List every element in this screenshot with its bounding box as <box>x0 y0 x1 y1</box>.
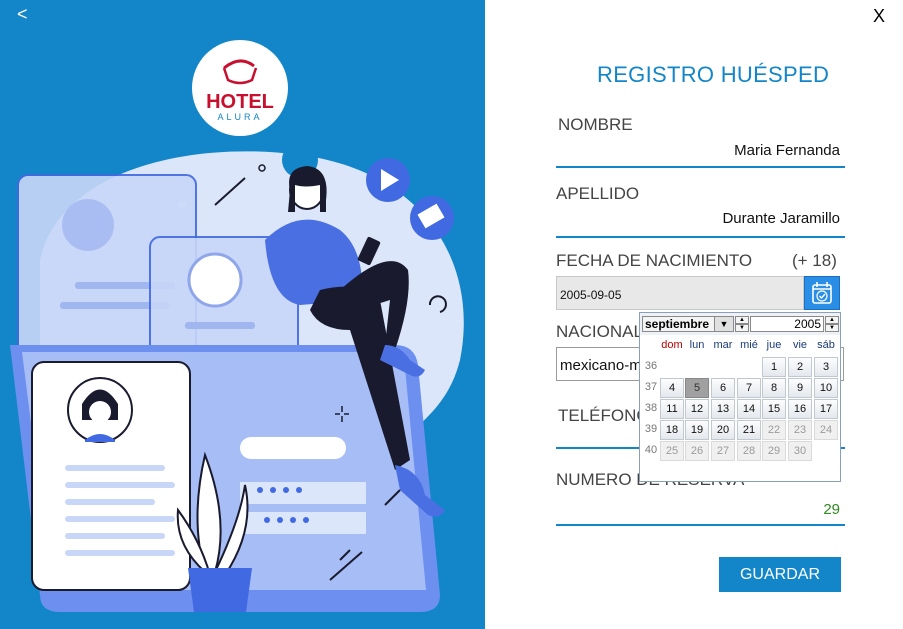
calendar-day[interactable]: 13 <box>711 399 735 419</box>
calendar-day[interactable]: 20 <box>711 420 735 440</box>
calendar-day[interactable]: 6 <box>711 378 735 398</box>
year-field[interactable]: 2005 <box>750 316 824 332</box>
calendar-day[interactable]: 10 <box>814 378 838 398</box>
month-down-icon[interactable]: ▼ <box>735 324 749 332</box>
apellido-label: APELLIDO <box>556 184 640 203</box>
weekday-header: sáb <box>817 339 835 351</box>
fecha-note: (+ 18) <box>792 251 837 270</box>
guardar-button[interactable]: GUARDAR <box>719 557 841 592</box>
fecha-label: FECHA DE NACIMIENTO <box>556 251 753 270</box>
reserva-field: 29 <box>823 501 840 518</box>
calendar-day[interactable]: 5 <box>685 378 709 398</box>
logo-text-alura: ALURA <box>217 112 262 122</box>
calendar-button[interactable] <box>804 276 840 310</box>
calendar-day[interactable]: 17 <box>814 399 838 419</box>
calendar-day[interactable]: 23 <box>788 420 812 440</box>
date-picker-popup: septiembre ▼ ▲ ▼ 2005 ▲ ▼ dom lun mar mié ju… <box>639 312 841 482</box>
week-number: 39 <box>644 423 658 435</box>
nombre-underline <box>556 166 845 168</box>
calendar-day[interactable]: 18 <box>660 420 684 440</box>
weekday-header: dom <box>661 339 683 351</box>
year-down-icon[interactable]: ▼ <box>825 324 839 332</box>
calendar-day[interactable]: 7 <box>737 378 761 398</box>
calendar-day[interactable]: 4 <box>660 378 684 398</box>
calendar-day[interactable]: 28 <box>737 441 761 461</box>
illustration-panel: HOTEL ALURA < <box>0 0 485 629</box>
calendar-day[interactable]: 19 <box>685 420 709 440</box>
calendar-day[interactable]: 24 <box>814 420 838 440</box>
month-value: septiembre <box>645 317 710 331</box>
calendar-day[interactable]: 22 <box>762 420 786 440</box>
calendar-day[interactable]: 26 <box>685 441 709 461</box>
apellido-field[interactable]: Durante Jaramillo <box>600 210 840 227</box>
weekday-header: vie <box>792 339 808 351</box>
month-select[interactable]: septiembre ▼ <box>642 316 734 332</box>
fecha-nacimiento-field[interactable]: 2005-09-05 <box>556 276 804 310</box>
weekday-header: jue <box>766 339 782 351</box>
hotel-illustration: HOTEL ALURA <box>10 40 464 612</box>
nombre-label: NOMBRE <box>558 115 633 134</box>
week-number: 40 <box>644 444 658 456</box>
calendar-day[interactable]: 14 <box>737 399 761 419</box>
calendar-day[interactable]: 2 <box>788 357 812 377</box>
back-button[interactable]: < <box>17 4 28 25</box>
week-number: 37 <box>644 381 658 393</box>
calendar-header: septiembre ▼ ▲ ▼ 2005 ▲ ▼ <box>640 313 840 335</box>
calendar-day[interactable]: 1 <box>762 357 786 377</box>
calendar-day[interactable]: 27 <box>711 441 735 461</box>
week-number: 38 <box>644 402 658 414</box>
calendar-day[interactable]: 30 <box>788 441 812 461</box>
chevron-down-icon[interactable]: ▼ <box>714 317 733 331</box>
close-button[interactable]: X <box>873 6 885 27</box>
calendar-check-icon <box>812 282 832 304</box>
calendar-day[interactable]: 11 <box>660 399 684 419</box>
weekday-header: mar <box>713 339 733 351</box>
nombre-field[interactable]: Maria Fernanda <box>600 142 840 159</box>
reserva-underline <box>556 524 845 526</box>
calendar-day[interactable]: 9 <box>788 378 812 398</box>
calendar-day[interactable]: 12 <box>685 399 709 419</box>
month-up-icon[interactable]: ▲ <box>735 316 749 324</box>
weekday-header: lun <box>689 339 705 351</box>
logo-text-hotel: HOTEL <box>206 91 274 113</box>
calendar-day[interactable]: 21 <box>737 420 761 440</box>
calendar-day[interactable]: 15 <box>762 399 786 419</box>
apellido-underline <box>556 236 845 238</box>
weekday-header: mié <box>740 339 758 351</box>
page-title: REGISTRO HUÉSPED <box>597 62 830 87</box>
year-up-icon[interactable]: ▲ <box>825 316 839 324</box>
week-number: 36 <box>644 360 658 372</box>
telefono-label: TELÉFONO <box>558 406 650 425</box>
calendar-day[interactable]: 3 <box>814 357 838 377</box>
calendar-day[interactable]: 25 <box>660 441 684 461</box>
calendar-day[interactable]: 16 <box>788 399 812 419</box>
calendar-day[interactable]: 29 <box>762 441 786 461</box>
calendar-day[interactable]: 8 <box>762 378 786 398</box>
